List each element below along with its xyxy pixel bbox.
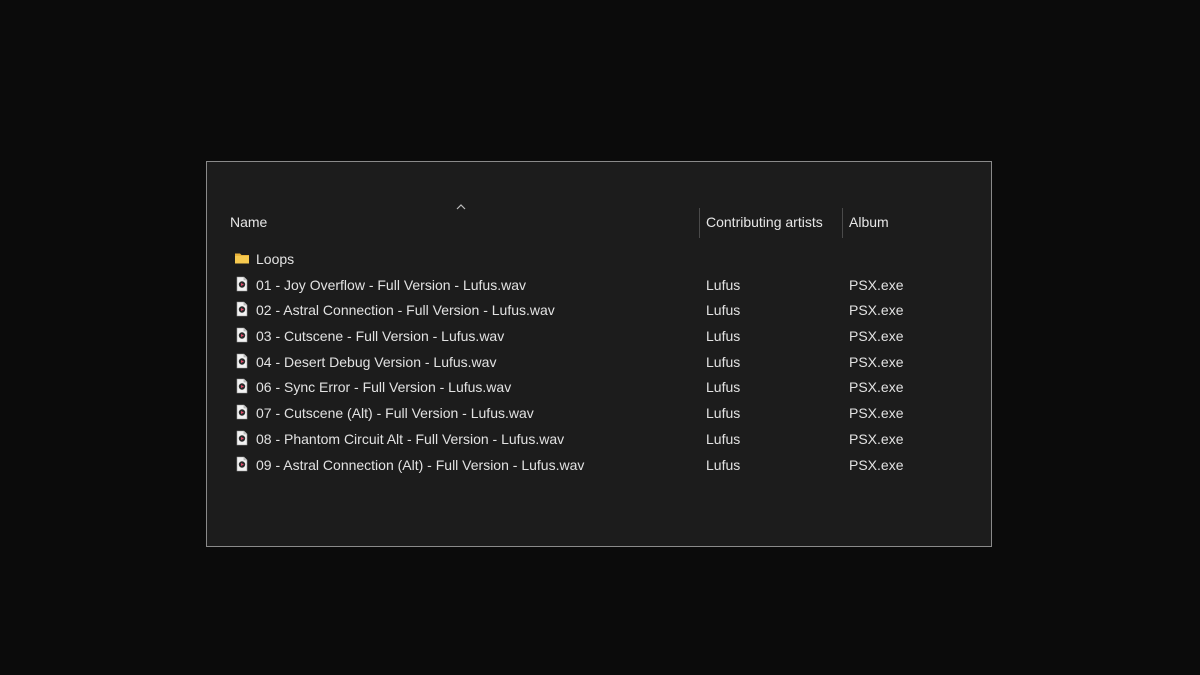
file-name: 01 - Joy Overflow - Full Version - Lufus… bbox=[256, 276, 526, 293]
file-row[interactable]: 06 - Sync Error - Full Version - Lufus.w… bbox=[207, 375, 991, 401]
file-row[interactable]: 08 - Phantom Circuit Alt - Full Version … bbox=[207, 427, 991, 453]
file-row[interactable]: 01 - Joy Overflow - Full Version - Lufus… bbox=[207, 273, 991, 299]
file-row[interactable]: 07 - Cutscene (Alt) - Full Version - Luf… bbox=[207, 401, 991, 427]
column-header-album[interactable]: Album bbox=[849, 214, 889, 230]
sort-ascending-icon bbox=[456, 204, 466, 210]
column-divider[interactable] bbox=[699, 208, 700, 238]
file-contributing-artist: Lufus bbox=[706, 276, 741, 293]
audio-file-icon bbox=[236, 302, 248, 317]
audio-file-icon bbox=[236, 404, 248, 420]
file-name: 02 - Astral Connection - Full Version - … bbox=[256, 302, 555, 319]
column-header-contributing-artists[interactable]: Contributing artists bbox=[706, 214, 823, 230]
folder-icon bbox=[235, 253, 249, 264]
file-album: PSX.exe bbox=[849, 328, 904, 345]
file-row[interactable]: 04 - Desert Debug Version - Lufus.wav Lu… bbox=[207, 350, 991, 376]
file-row[interactable]: 03 - Cutscene - Full Version - Lufus.wav… bbox=[207, 324, 991, 350]
file-name: 03 - Cutscene - Full Version - Lufus.wav bbox=[256, 328, 505, 345]
file-contributing-artist: Lufus bbox=[706, 456, 741, 473]
file-contributing-artist: Lufus bbox=[706, 430, 741, 447]
file-album: PSX.exe bbox=[849, 456, 904, 473]
file-album: PSX.exe bbox=[849, 353, 904, 370]
file-row[interactable]: 09 - Astral Connection (Alt) - Full Vers… bbox=[207, 453, 991, 479]
file-album: PSX.exe bbox=[849, 302, 904, 319]
audio-file-icon bbox=[236, 379, 248, 394]
file-name: 06 - Sync Error - Full Version - Lufus.w… bbox=[256, 379, 512, 396]
file-contributing-artist: Lufus bbox=[706, 379, 741, 396]
file-row[interactable]: 02 - Astral Connection - Full Version - … bbox=[207, 298, 991, 324]
file-list: Loops 01 - Joy Overflow - Full Version -… bbox=[207, 247, 991, 478]
column-divider[interactable] bbox=[842, 208, 843, 238]
file-contributing-artist: Lufus bbox=[706, 328, 741, 345]
file-album: PSX.exe bbox=[849, 276, 904, 293]
file-contributing-artist: Lufus bbox=[706, 353, 741, 370]
folder-row[interactable]: Loops bbox=[207, 247, 991, 273]
audio-file-icon bbox=[236, 276, 248, 291]
audio-file-icon bbox=[236, 353, 248, 369]
column-header-name[interactable]: Name bbox=[230, 214, 267, 230]
file-contributing-artist: Lufus bbox=[706, 405, 741, 422]
file-album: PSX.exe bbox=[849, 430, 904, 447]
audio-file-icon bbox=[236, 327, 248, 343]
file-list-panel: Name Contributing artists Album Loops 01… bbox=[206, 161, 992, 547]
column-header-row: Name Contributing artists Album bbox=[207, 162, 991, 242]
audio-file-icon bbox=[236, 456, 248, 471]
file-name: 04 - Desert Debug Version - Lufus.wav bbox=[256, 353, 497, 370]
folder-name: Loops bbox=[256, 251, 295, 267]
file-name: 07 - Cutscene (Alt) - Full Version - Luf… bbox=[256, 405, 534, 422]
file-album: PSX.exe bbox=[849, 379, 904, 396]
file-contributing-artist: Lufus bbox=[706, 302, 741, 319]
audio-file-icon bbox=[236, 430, 248, 446]
file-name: 08 - Phantom Circuit Alt - Full Version … bbox=[256, 430, 565, 447]
file-name: 09 - Astral Connection (Alt) - Full Vers… bbox=[256, 456, 585, 473]
file-album: PSX.exe bbox=[849, 405, 904, 422]
